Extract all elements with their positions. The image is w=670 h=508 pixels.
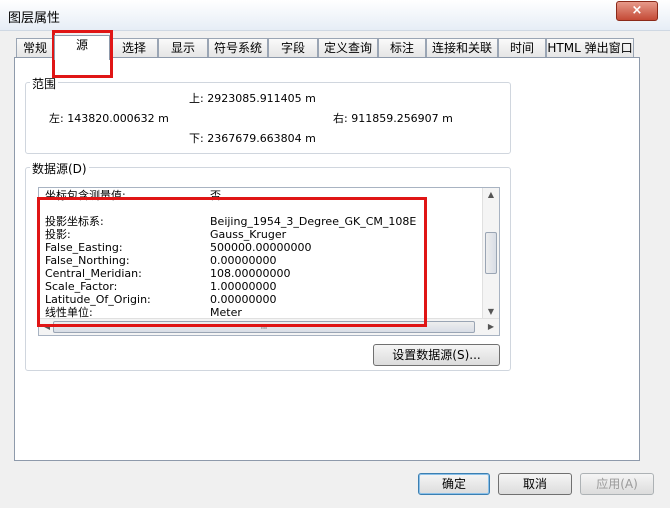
tab-strip: 常规 源 选择 显示 符号系统 字段 定义查询 标注 连接和关联 时间 HTML… [14, 35, 634, 60]
vertical-scrollbar[interactable]: ▲ ▼ [482, 188, 499, 319]
extent-bottom: 下: 2367679.663804 m [189, 132, 316, 145]
cancel-button[interactable]: 取消 [498, 473, 572, 495]
extent-right: 右: 911859.256907 m [333, 112, 453, 125]
tab-fields[interactable]: 字段 [268, 38, 318, 58]
tab-symbology[interactable]: 符号系统 [208, 38, 268, 58]
tab-joins-relates[interactable]: 连接和关联 [426, 38, 498, 58]
highlight-box-projection-info [37, 197, 427, 327]
extent-left: 左: 143820.000632 m [49, 112, 169, 125]
window-title: 图层属性 [8, 11, 61, 26]
tab-time[interactable]: 时间 [498, 38, 546, 58]
tab-display[interactable]: 显示 [158, 38, 208, 58]
extent-top: 上: 2923085.911405 m [189, 92, 316, 105]
scroll-right-icon[interactable]: ▶ [483, 320, 499, 334]
datasource-group-title: 数据源(D) [30, 160, 89, 177]
title-bar: 图层属性 × [0, 0, 670, 31]
scroll-down-icon[interactable]: ▼ [483, 305, 499, 319]
tab-html-popup[interactable]: HTML 弹出窗口 [546, 38, 634, 58]
tab-labels[interactable]: 标注 [378, 38, 426, 58]
scroll-up-icon[interactable]: ▲ [483, 188, 499, 202]
close-icon[interactable]: × [616, 1, 658, 21]
extent-group: 范围 上: 2923085.911405 m 左: 143820.000632 … [25, 75, 511, 154]
set-datasource-button[interactable]: 设置数据源(S)... [373, 344, 500, 366]
tab-general[interactable]: 常规 [16, 38, 54, 58]
layer-properties-dialog: 图层属性 × 常规 源 选择 显示 符号系统 字段 定义查询 标注 连接和关联 … [0, 0, 670, 508]
apply-button[interactable]: 应用(A) [580, 473, 654, 495]
vertical-scroll-thumb[interactable] [485, 232, 497, 274]
tab-definition-query[interactable]: 定义查询 [318, 38, 378, 58]
ok-button[interactable]: 确定 [418, 473, 490, 495]
tab-source[interactable]: 源 [54, 35, 110, 60]
tab-selection[interactable]: 选择 [110, 38, 158, 58]
